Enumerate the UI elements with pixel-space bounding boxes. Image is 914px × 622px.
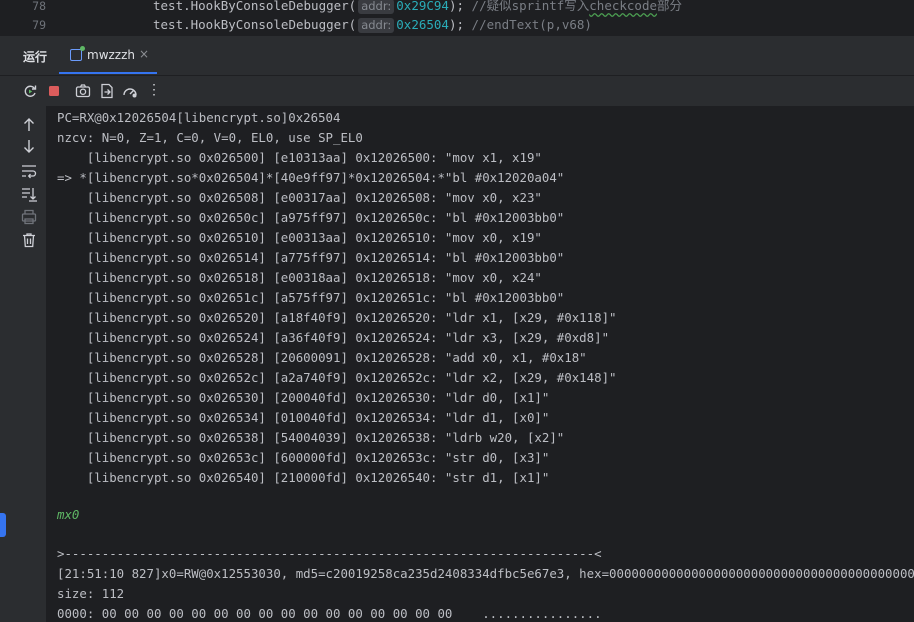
console-line: [libencrypt.so 0x026518] [e00318aa] 0x12… xyxy=(57,270,542,285)
code-end: ); xyxy=(448,0,465,13)
console-line: [libencrypt.so 0x026528] [20600091] 0x12… xyxy=(57,350,587,365)
close-icon[interactable]: × xyxy=(139,47,149,61)
screenshot-icon[interactable] xyxy=(75,83,91,99)
console-line: [libencrypt.so 0x026508] [e00317aa] 0x12… xyxy=(57,190,542,205)
console-separator: >---------------------------------------… xyxy=(57,546,602,561)
console-line: [libencrypt.so 0x026538] [54004039] 0x12… xyxy=(57,430,565,445)
console-line: [libencrypt.so 0x026530] [200040fd] 0x12… xyxy=(57,390,550,405)
tab-label: mwzzzh xyxy=(87,48,136,62)
code-call: test.HookByConsoleDebugger( xyxy=(153,0,357,13)
console-line: => *[libencrypt.so*0x026504]*[40e9ff97]*… xyxy=(57,170,565,185)
gutter-marker xyxy=(0,513,6,537)
run-toolbar: ⋮ xyxy=(0,76,914,106)
code-end: ); xyxy=(448,17,465,32)
clear-icon[interactable] xyxy=(20,231,38,249)
console-prompt-input: mx0 xyxy=(57,507,80,522)
active-tab-indicator xyxy=(59,72,157,74)
console-line: [libencrypt.so 0x026524] [a36f40f9] 0x12… xyxy=(57,330,610,345)
console-hexdump-line: 0000: 00 00 00 00 00 00 00 00 00 00 00 0… xyxy=(57,606,602,621)
code-comment: //endText(p,v68) xyxy=(471,17,592,32)
console-line: PC=RX@0x12026504[libencrypt.so]0x26504 xyxy=(57,110,341,125)
console-line: [libencrypt.so 0x026510] [e00313aa] 0x12… xyxy=(57,230,542,245)
param-hint: addr: xyxy=(358,0,395,14)
code-comment: //疑似sprintf写入checkcode部分 xyxy=(471,0,683,13)
scroll-down-icon[interactable] xyxy=(20,137,38,155)
console-line: [libencrypt.so 0x02653c] [600000fd] 0x12… xyxy=(57,450,550,465)
console-line: [21:51:10 827]x0=RW@0x12553030, md5=c200… xyxy=(57,566,914,581)
console-line: [libencrypt.so 0x026540] [210000fd] 0x12… xyxy=(57,470,550,485)
export-icon[interactable] xyxy=(99,83,115,99)
line-number: 79 xyxy=(32,18,46,32)
console-line: size: 112 xyxy=(57,586,125,601)
rerun-icon[interactable] xyxy=(22,83,38,99)
more-icon[interactable]: ⋮ xyxy=(147,82,163,98)
tab-mwzzzh[interactable]: mwzzzh × xyxy=(59,37,157,75)
stop-icon[interactable] xyxy=(46,83,62,99)
dashboard-icon[interactable] xyxy=(122,83,138,99)
console-line: [libencrypt.so 0x026534] [010040fd] 0x12… xyxy=(57,410,550,425)
code-editor[interactable]: 78 test.HookByConsoleDebugger(addr: 0x29C… xyxy=(0,0,914,37)
console-line: nzcv: N=0, Z=1, C=0, V=0, EL0, use SP_EL… xyxy=(57,130,363,145)
console-line: [libencrypt.so 0x02651c] [a575ff97] 0x12… xyxy=(57,290,565,305)
param-hint: addr: xyxy=(358,18,395,33)
console-line: [libencrypt.so 0x026500] [e10313aa] 0x12… xyxy=(57,150,542,165)
scroll-up-icon[interactable] xyxy=(20,116,38,134)
print-icon[interactable] xyxy=(20,208,38,226)
code-call: test.HookByConsoleDebugger( xyxy=(153,17,357,32)
code-arg: 0x26504 xyxy=(396,17,449,32)
line-number: 78 xyxy=(32,0,46,13)
scroll-to-end-icon[interactable] xyxy=(20,185,38,203)
code-arg: 0x29C94 xyxy=(396,0,449,13)
run-panel-title: 运行 xyxy=(23,50,48,64)
console-side-toolbar xyxy=(0,106,46,622)
run-config-icon xyxy=(70,46,85,61)
console-line: [libencrypt.so 0x02650c] [a975ff97] 0x12… xyxy=(57,210,565,225)
console-line: [libencrypt.so 0x026520] [a18f40f9] 0x12… xyxy=(57,310,617,325)
console-output[interactable]: PC=RX@0x12026504[libencrypt.so]0x26504 n… xyxy=(46,106,914,622)
run-tool-window-header: 运行 mwzzzh × xyxy=(0,37,914,76)
console-line: [libencrypt.so 0x026514] [a775ff97] 0x12… xyxy=(57,250,565,265)
soft-wrap-icon[interactable] xyxy=(20,162,38,180)
console-line: [libencrypt.so 0x02652c] [a2a740f9] 0x12… xyxy=(57,370,617,385)
